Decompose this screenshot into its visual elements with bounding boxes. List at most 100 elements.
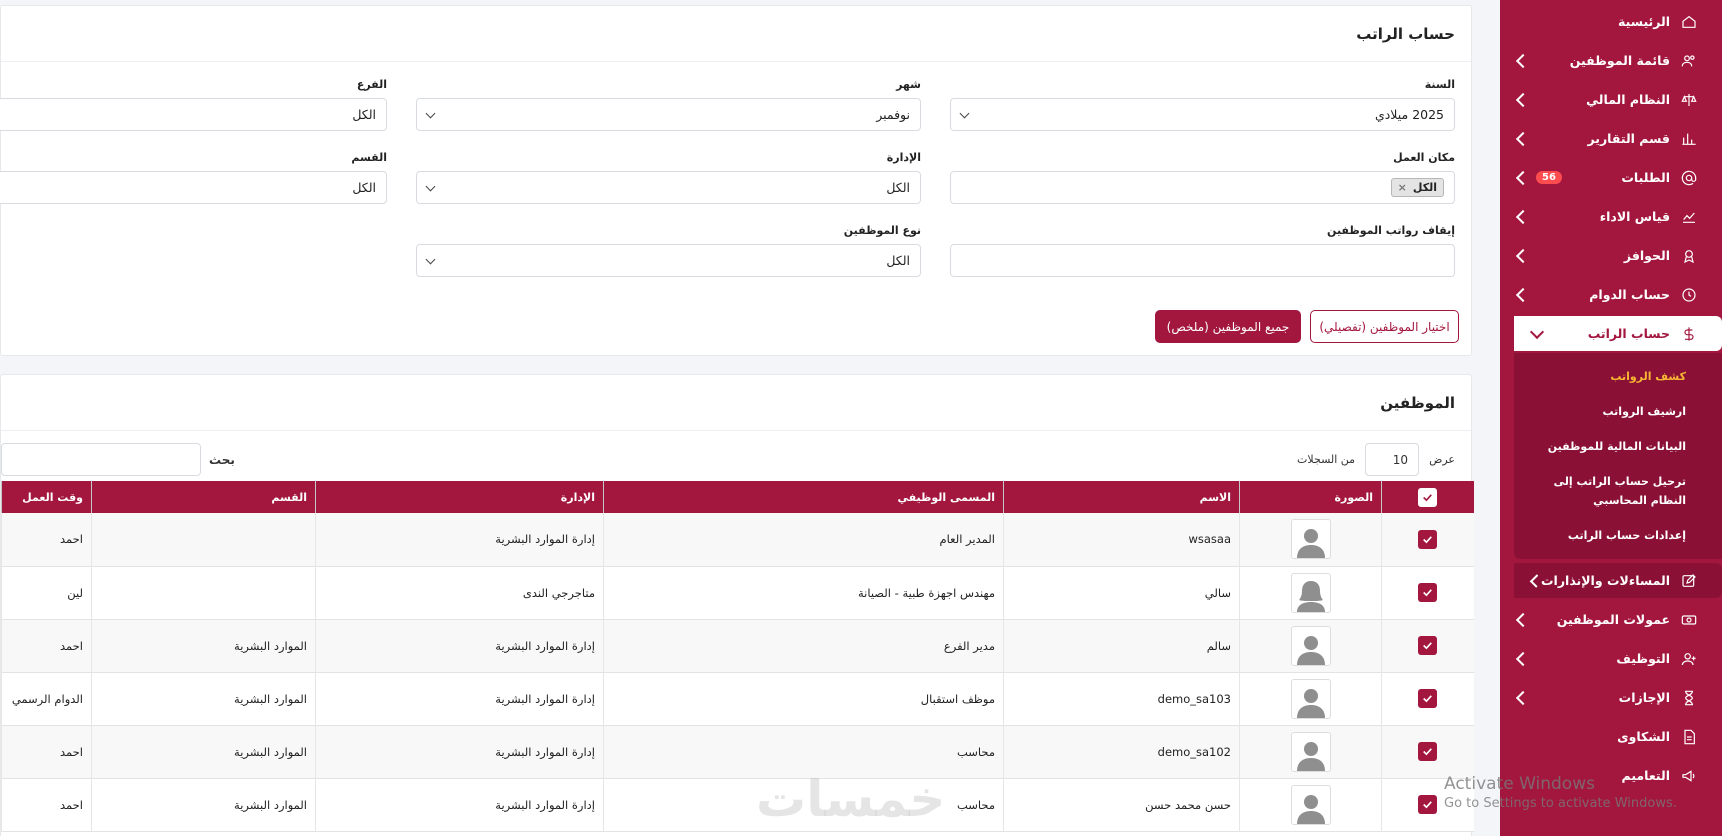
workplace-multiselect[interactable]: الكل ×	[950, 171, 1455, 204]
administration-select[interactable]: الكل	[416, 171, 921, 204]
employee-type-select[interactable]: الكل	[416, 244, 921, 277]
row-select-cell	[1381, 513, 1474, 566]
table-length-control: عرض 10 من السجلات	[1297, 443, 1455, 476]
sidebar-item-label: التوظيف	[1616, 651, 1670, 666]
sidebar-item-label: حساب الراتب	[1587, 326, 1670, 341]
sidebar-item-label: النظام المالي	[1586, 92, 1670, 107]
department-cell: الموارد البشرية	[91, 778, 316, 831]
sidebar-item-home[interactable]: الرئيسية	[1500, 2, 1722, 41]
all-employees-summary-button[interactable]: جميع الموظفين (ملخص)	[1155, 310, 1301, 343]
name-cell: demo_sa102	[1003, 725, 1240, 778]
name-cell: سالم	[1003, 619, 1240, 672]
page-length-input[interactable]: 10	[1365, 443, 1420, 476]
avatar	[1290, 519, 1331, 560]
workplace-label: مكان العمل	[1393, 151, 1455, 164]
table-row[interactable]: demo_sa102 محاسب إدارة الموارد البشرية المو…	[1, 725, 1474, 778]
row-checkbox[interactable]	[1418, 636, 1438, 655]
photo-cell	[1239, 725, 1382, 778]
sidebar-item-line-chart[interactable]: قياس الاداء	[1500, 197, 1722, 236]
department-cell	[91, 566, 316, 619]
sidebar-item-label: عمولات الموظفين	[1556, 612, 1670, 627]
scale-icon	[1680, 91, 1698, 109]
sidebar-item-award[interactable]: الحوافز	[1500, 236, 1722, 275]
stop-salaries-select[interactable]	[950, 244, 1455, 277]
sidebar-subitem[interactable]: ترحيل حساب الراتب إلى النظام المحاسبي	[1514, 464, 1722, 518]
column-header-job-title[interactable]: المسمى الوظيفي	[603, 481, 1004, 513]
select-employees-detailed-button[interactable]: اختيار الموظفين (تفصيلي)	[1310, 310, 1459, 343]
branch-select[interactable]: الكل	[0, 98, 387, 131]
sidebar-item-users[interactable]: قائمة الموظفين	[1500, 41, 1722, 80]
sidebar-item-user-plus[interactable]: التوظيف	[1500, 639, 1722, 678]
department-select[interactable]: الكل	[0, 171, 387, 204]
sidebar-item-scale[interactable]: النظام المالي	[1500, 80, 1722, 119]
column-header-photo[interactable]: الصورة	[1239, 481, 1382, 513]
money-icon	[1680, 611, 1698, 629]
avatar	[1290, 625, 1331, 666]
notification-badge: 56	[1536, 171, 1562, 184]
sidebar-subitem[interactable]: إعدادات حساب الراتب	[1514, 518, 1722, 553]
avatar	[1290, 731, 1331, 772]
remove-tag-icon[interactable]: ×	[1398, 181, 1407, 194]
column-header-department[interactable]: القسم	[91, 481, 316, 513]
row-checkbox[interactable]	[1418, 742, 1438, 761]
sidebar-subitem[interactable]: ارشيف الرواتب	[1514, 394, 1722, 429]
column-header-work-time[interactable]: وقت العمل	[1, 481, 92, 513]
photo-cell	[1239, 513, 1382, 566]
edit-icon	[1680, 572, 1698, 590]
year-label: السنة	[1424, 78, 1455, 91]
administration-cell: متاجرجي الندى	[315, 566, 604, 619]
table-row[interactable]: سالي مهندس اجهزة طبية - الصيانة متاجرجي ال…	[1, 566, 1474, 619]
administration-cell: إدارة الموارد البشرية	[315, 778, 604, 831]
column-header-name[interactable]: الاسم	[1003, 481, 1240, 513]
department-cell	[91, 513, 316, 566]
table-row[interactable]: wsasaa المدير العام إدارة الموارد البشرية ا…	[1, 513, 1474, 566]
sidebar-item-money[interactable]: عمولات الموظفين	[1500, 600, 1722, 639]
sidebar-item-at[interactable]: الطلبات 56	[1500, 158, 1722, 197]
month-select[interactable]: نوفمبر	[416, 98, 921, 131]
employee-type-field: نوع الموظفين الكل	[416, 224, 921, 277]
hourglass-icon	[1680, 689, 1698, 707]
sidebar-item-hourglass[interactable]: الإجازات	[1500, 678, 1722, 717]
at-icon	[1680, 169, 1698, 187]
branch-value: الكل	[352, 107, 376, 122]
sidebar-subitem[interactable]: البيانات المالية للموظفين	[1514, 429, 1722, 464]
row-checkbox[interactable]	[1418, 529, 1438, 549]
administration-label: الإدارة	[886, 151, 921, 164]
work-time-cell: احمد	[1, 619, 92, 672]
work-time-cell: احمد	[1, 778, 92, 831]
work-time-cell: لين	[1, 566, 92, 619]
table-row[interactable]: سالم مدير الفرع إدارة الموارد البشرية الموا…	[1, 619, 1474, 672]
stop-salaries-label: إيقاف رواتب الموظفين	[1327, 224, 1455, 237]
sidebar-subitem[interactable]: كشف الرواتب	[1514, 359, 1722, 394]
row-checkbox[interactable]	[1418, 583, 1438, 602]
row-checkbox[interactable]	[1418, 795, 1438, 814]
search-label: بحث	[209, 452, 235, 467]
sidebar-item-bar-chart[interactable]: قسم التقارير	[1500, 119, 1722, 158]
avatar	[1290, 572, 1331, 613]
sidebar-item-label: حساب الدوام	[1589, 287, 1670, 302]
table-row[interactable]: حسن محمد حسن محاسب إدارة الموارد البشرية ال…	[1, 778, 1474, 831]
sidebar-item-document[interactable]: الشكاوى	[1500, 717, 1722, 756]
stop-salaries-field: إيقاف رواتب الموظفين	[950, 224, 1455, 277]
windows-activation-notice: Activate Windows Go to Settings to activ…	[1444, 774, 1677, 811]
column-header-administration[interactable]: الإدارة	[315, 481, 604, 513]
dollar-icon	[1680, 325, 1698, 343]
administration-cell: إدارة الموارد البشرية	[315, 725, 604, 778]
chevron-icon	[1515, 170, 1531, 185]
year-select[interactable]: 2025 ميلادي	[950, 98, 1455, 131]
sidebar-item-label: الحوافز	[1623, 248, 1670, 263]
table-row[interactable]: demo_sa103 موظف استقبال إدارة الموارد البش…	[1, 672, 1474, 725]
row-select-cell	[1381, 725, 1474, 778]
row-checkbox[interactable]	[1418, 689, 1438, 708]
watermark-logo: خمسات	[756, 770, 946, 828]
table-body: wsasaa المدير العام إدارة الموارد البشرية ا…	[1, 513, 1474, 831]
name-cell: حسن محمد حسن	[1003, 778, 1240, 831]
branch-label: الفرع	[356, 78, 387, 91]
sidebar-item-edit[interactable]: المساءلات والإنذارات	[1514, 563, 1722, 598]
sidebar-item-clock[interactable]: حساب الدوام	[1500, 275, 1722, 314]
sidebar-item-dollar[interactable]: حساب الراتب	[1514, 316, 1722, 351]
employees-title: الموظفين	[1380, 393, 1455, 412]
select-all-checkbox[interactable]	[1418, 487, 1438, 507]
document-icon	[1680, 728, 1698, 746]
search-input[interactable]	[1, 443, 201, 476]
